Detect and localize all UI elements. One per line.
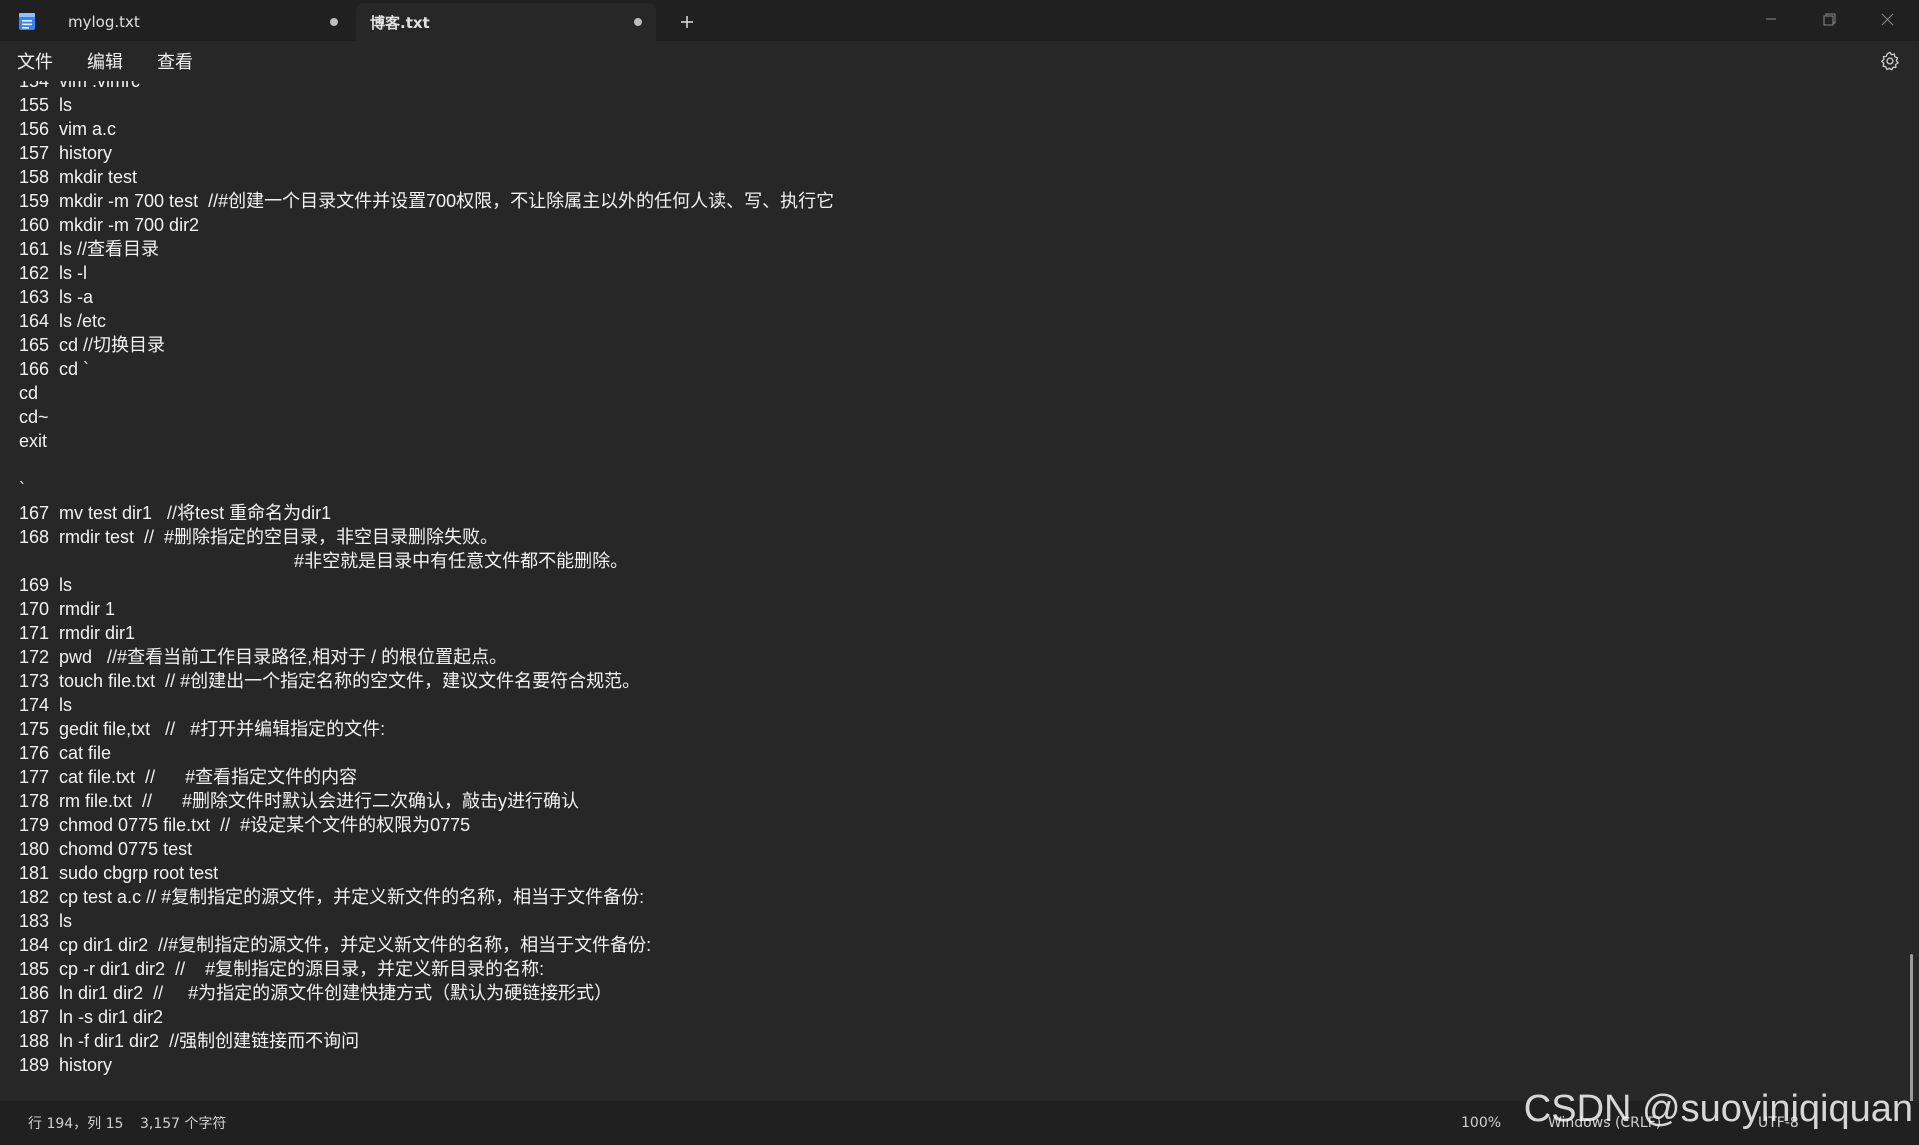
character-count: 3,157 个字符 xyxy=(140,1116,227,1132)
cursor-position: 行 194，列 15 xyxy=(28,1116,124,1132)
minimize-button[interactable] xyxy=(1742,0,1800,38)
editor-line[interactable]: 166 cd ` xyxy=(19,357,834,381)
unsaved-dot-icon[interactable] xyxy=(330,18,338,26)
editor-line[interactable]: 161 ls //查看目录 xyxy=(19,237,834,261)
notepad-icon xyxy=(19,13,35,30)
editor-line[interactable]: 156 vim a.c xyxy=(19,117,834,141)
editor-line[interactable]: 154 vim .vimrc xyxy=(19,81,834,93)
editor-line[interactable]: 184 cp dir1 dir2 //#复制指定的源文件，并定义新文件的名称，相… xyxy=(19,933,834,957)
editor-lines: 154 vim .vimrc 155 ls 156 vim a.c 157 histo… xyxy=(19,81,834,1077)
editor-line[interactable]: 189 history xyxy=(19,1053,834,1077)
editor-line[interactable]: 169 ls xyxy=(19,573,834,597)
menu-file[interactable]: 文件 xyxy=(17,41,53,81)
editor-line[interactable]: ` xyxy=(19,477,834,501)
editor-line[interactable]: 163 ls -a xyxy=(19,285,834,309)
editor-line[interactable]: 157 history xyxy=(19,141,834,165)
editor-line[interactable]: 159 mkdir -m 700 test //#创建一个目录文件并设置700权… xyxy=(19,189,834,213)
editor-line[interactable]: 187 ln -s dir1 dir2 xyxy=(19,1005,834,1029)
editor-line[interactable]: 171 rmdir dir1 xyxy=(19,621,834,645)
close-button[interactable] xyxy=(1858,0,1916,38)
text-editor[interactable]: 154 vim .vimrc 155 ls 156 vim a.c 157 histo… xyxy=(0,81,1919,1101)
editor-line[interactable]: 160 mkdir -m 700 dir2 xyxy=(19,213,834,237)
editor-line[interactable]: 180 chomd 0775 test xyxy=(19,837,834,861)
editor-line[interactable]: 164 ls /etc xyxy=(19,309,834,333)
editor-line[interactable] xyxy=(19,453,834,477)
editor-line[interactable]: cd~ xyxy=(19,405,834,429)
editor-line[interactable]: 183 ls xyxy=(19,909,834,933)
editor-line[interactable]: 185 cp -r dir1 dir2 // #复制指定的源目录，并定义新目录的… xyxy=(19,957,834,981)
editor-line[interactable]: 177 cat file.txt // #查看指定文件的内容 xyxy=(19,765,834,789)
close-icon xyxy=(1881,13,1893,25)
editor-line[interactable]: #非空就是目录中有任意文件都不能删除。 xyxy=(19,549,834,573)
editor-line[interactable]: 178 rm file.txt // #删除文件时默认会进行二次确认，敲击y进行… xyxy=(19,789,834,813)
new-tab-button[interactable] xyxy=(672,8,702,36)
maximize-button[interactable] xyxy=(1800,0,1858,38)
editor-line[interactable]: 158 mkdir test xyxy=(19,165,834,189)
menu-view[interactable]: 查看 xyxy=(157,41,193,81)
editor-line[interactable]: 167 mv test dir1 //将test 重命名为dir1 xyxy=(19,501,834,525)
zoom-level[interactable]: 100% xyxy=(1461,1101,1501,1145)
editor-line[interactable]: 172 pwd //#查看当前工作目录路径,相对于 / 的根位置起点。 xyxy=(19,645,834,669)
tab-blog[interactable]: 博客.txt xyxy=(356,3,656,41)
menu-bar: 文件 编辑 查看 xyxy=(0,41,1919,81)
menu-edit[interactable]: 编辑 xyxy=(87,41,123,81)
unsaved-dot-icon[interactable] xyxy=(634,18,642,26)
tab-mylog[interactable]: mylog.txt xyxy=(54,3,352,41)
editor-line[interactable]: 165 cd //切换目录 xyxy=(19,333,834,357)
editor-line[interactable]: 173 touch file.txt // #创建出一个指定名称的空文件，建议文… xyxy=(19,669,834,693)
title-bar: mylog.txt 博客.txt xyxy=(0,0,1919,41)
editor-line[interactable]: 182 cp test a.c // #复制指定的源文件，并定义新文件的名称，相… xyxy=(19,885,834,909)
minimize-icon xyxy=(1766,18,1776,20)
gear-icon[interactable] xyxy=(1879,50,1901,72)
editor-line[interactable]: cd xyxy=(19,381,834,405)
tab-label: mylog.txt xyxy=(68,13,140,31)
editor-line[interactable]: 179 chmod 0775 file.txt // #设定某个文件的权限为07… xyxy=(19,813,834,837)
editor-line[interactable]: 181 sudo cbgrp root test xyxy=(19,861,834,885)
restore-icon xyxy=(1823,13,1835,25)
editor-line[interactable]: 168 rmdir test // #删除指定的空目录，非空目录删除失败。 xyxy=(19,525,834,549)
tab-label: 博客.txt xyxy=(370,13,430,32)
editor-line[interactable]: 176 cat file xyxy=(19,741,834,765)
plus-icon xyxy=(681,16,693,28)
editor-line[interactable]: 175 gedit file,txt // #打开并编辑指定的文件: xyxy=(19,717,834,741)
editor-line[interactable]: 162 ls -l xyxy=(19,261,834,285)
vertical-scrollbar-thumb[interactable] xyxy=(1910,954,1913,1101)
editor-line[interactable]: 170 rmdir 1 xyxy=(19,597,834,621)
editor-line[interactable]: 155 ls xyxy=(19,93,834,117)
editor-line[interactable]: 174 ls xyxy=(19,693,834,717)
editor-line[interactable]: 188 ln -f dir1 dir2 //强制创建链接而不询问 xyxy=(19,1029,834,1053)
editor-line[interactable]: exit xyxy=(19,429,834,453)
watermark: CSDN @suoyiniqiquan xyxy=(1523,1088,1913,1130)
editor-line[interactable]: 186 ln dir1 dir2 // #为指定的源文件创建快捷方式（默认为硬链… xyxy=(19,981,834,1005)
